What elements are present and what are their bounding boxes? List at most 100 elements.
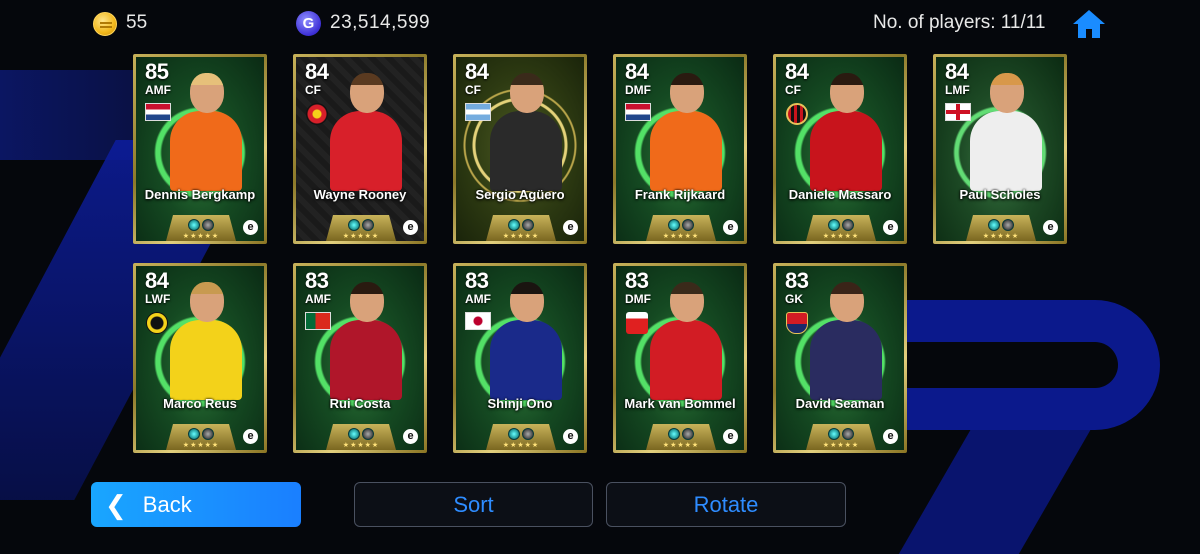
player-name: Marco Reus — [163, 396, 237, 411]
skill-gem-icon — [202, 219, 214, 231]
skill-gem-icon — [522, 428, 534, 440]
player-portrait — [650, 73, 722, 191]
arsenal-badge-icon — [786, 312, 808, 334]
skill-gem-icon — [1002, 219, 1014, 231]
player-portrait — [490, 282, 562, 400]
card-skill-bar: ★★★★★ — [966, 215, 1036, 241]
card-stars: ★★★★★ — [822, 233, 860, 240]
skill-gem-icon — [508, 219, 520, 231]
efootball-logo-icon: e — [1043, 220, 1058, 235]
player-portrait — [490, 73, 562, 191]
card-skill-bar: ★★★★★ — [646, 424, 716, 450]
card-stars: ★★★★★ — [662, 233, 700, 240]
player-head — [990, 73, 1024, 113]
card-skill-bar: ★★★★★ — [326, 424, 396, 450]
player-portrait — [330, 73, 402, 191]
player-card-art: 83 GK David Seaman ★★★★★ e — [776, 266, 904, 450]
background-logo-stem — [889, 430, 1091, 554]
player-card[interactable]: 83 DMF Mark van Bommel ★★★★★ e — [613, 263, 747, 453]
sort-button[interactable]: Sort — [354, 482, 593, 527]
player-name: Wayne Rooney — [313, 187, 407, 202]
player-rating: 84 — [465, 59, 489, 84]
efootball-logo-icon: e — [563, 429, 578, 444]
player-card[interactable]: 85 AMF Dennis Bergkamp ★★★★★ e — [133, 54, 267, 244]
player-rating: 83 — [465, 268, 489, 293]
player-card[interactable]: 84 CF Wayne Rooney ★★★★★ e — [293, 54, 427, 244]
player-head — [350, 282, 384, 322]
skill-gem-icon — [682, 219, 694, 231]
card-stars: ★★★★★ — [502, 442, 540, 449]
player-rating: 84 — [945, 59, 969, 84]
player-card[interactable]: 84 LWF Marco Reus ★★★★★ e — [133, 263, 267, 453]
portugal-flag-icon — [305, 312, 331, 330]
player-card-art: 85 AMF Dennis Bergkamp ★★★★★ e — [136, 57, 264, 241]
skill-gem-icon — [842, 428, 854, 440]
card-stars: ★★★★★ — [502, 233, 540, 240]
skill-gem-icon — [828, 219, 840, 231]
rotate-button-label: Rotate — [693, 491, 759, 517]
player-position: LWF — [145, 292, 171, 306]
card-stars: ★★★★★ — [822, 442, 860, 449]
player-portrait — [650, 282, 722, 400]
player-card-art: 83 AMF Rui Costa ★★★★★ e — [296, 266, 424, 450]
coin-icon — [93, 12, 117, 36]
efootball-logo-icon: e — [403, 220, 418, 235]
player-head — [670, 73, 704, 113]
england-flag-icon — [945, 103, 971, 121]
player-position: CF — [785, 83, 801, 97]
player-name: Daniele Massaro — [788, 187, 892, 202]
player-position: AMF — [305, 292, 331, 306]
card-stars: ★★★★★ — [342, 442, 380, 449]
player-rating: 84 — [625, 59, 649, 84]
player-name: Rui Costa — [329, 396, 391, 411]
card-stars: ★★★★★ — [342, 233, 380, 240]
player-head — [510, 282, 544, 322]
skill-gem-icon — [188, 428, 200, 440]
home-icon[interactable] — [1071, 8, 1107, 40]
player-card[interactable]: 83 AMF Shinji Ono ★★★★★ e — [453, 263, 587, 453]
player-card[interactable]: 84 LMF Paul Scholes ★★★★★ e — [933, 54, 1067, 244]
japan-flag-icon — [465, 312, 491, 330]
player-card[interactable]: 84 DMF Frank Rijkaard ★★★★★ e — [613, 54, 747, 244]
sort-button-label: Sort — [453, 491, 494, 517]
back-button[interactable]: ❮ Back — [91, 482, 301, 527]
player-position: LMF — [945, 83, 970, 97]
player-portrait — [810, 73, 882, 191]
player-card-art: 84 DMF Frank Rijkaard ★★★★★ e — [616, 57, 744, 241]
player-rating: 83 — [785, 268, 809, 293]
psv-badge-icon — [626, 312, 648, 334]
player-portrait — [970, 73, 1042, 191]
skill-gem-icon — [348, 428, 360, 440]
efootball-logo-icon: e — [883, 220, 898, 235]
card-stars: ★★★★★ — [182, 233, 220, 240]
rotate-button[interactable]: Rotate — [606, 482, 846, 527]
player-position: CF — [465, 83, 481, 97]
card-skill-bar: ★★★★★ — [806, 215, 876, 241]
header-bar: 55 G 23,514,599 No. of players: 11/11 — [0, 0, 1200, 48]
player-card[interactable]: 84 CF Daniele Massaro ★★★★★ e — [773, 54, 907, 244]
player-card-art: 84 LMF Paul Scholes ★★★★★ e — [936, 57, 1064, 241]
card-skill-bar: ★★★★★ — [166, 424, 236, 450]
player-name: Shinji Ono — [487, 396, 553, 411]
gp-balance: 23,514,599 — [330, 12, 431, 33]
player-position: GK — [785, 292, 803, 306]
player-position: AMF — [145, 83, 171, 97]
player-name: Paul Scholes — [959, 187, 1041, 202]
player-card-art: 84 LWF Marco Reus ★★★★★ e — [136, 266, 264, 450]
player-card[interactable]: 84 CF Sergio Agüero ★★★★★ e — [453, 54, 587, 244]
skill-gem-icon — [202, 428, 214, 440]
player-count: No. of players: 11/11 — [873, 12, 1046, 33]
player-head — [350, 73, 384, 113]
player-shirt — [650, 111, 722, 191]
player-position: DMF — [625, 83, 651, 97]
skill-gem-icon — [668, 219, 680, 231]
player-position: CF — [305, 83, 321, 97]
skill-gem-icon — [362, 428, 374, 440]
player-rating: 84 — [305, 59, 329, 84]
player-card[interactable]: 83 AMF Rui Costa ★★★★★ e — [293, 263, 427, 453]
player-portrait — [170, 282, 242, 400]
player-head — [510, 73, 544, 113]
player-head — [190, 282, 224, 322]
player-card[interactable]: 83 GK David Seaman ★★★★★ e — [773, 263, 907, 453]
player-portrait — [810, 282, 882, 400]
